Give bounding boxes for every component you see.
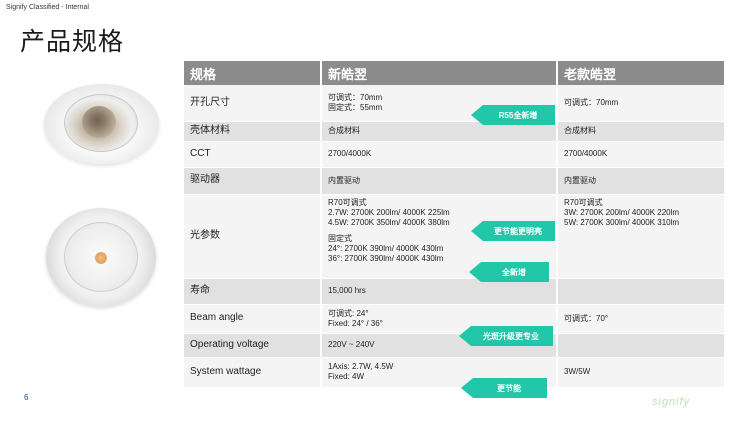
cell-line: 内置驱动 xyxy=(328,175,360,185)
cell-line: 3W/5W xyxy=(564,367,591,376)
cell-line: 1Axis: 2.7W, 4.5W xyxy=(328,362,394,371)
callout-more-efficient: 更节能 xyxy=(461,378,547,398)
brand-logo: signify xyxy=(652,396,691,408)
header-spec: 规格 xyxy=(184,61,322,85)
row-label: Operating voltage xyxy=(184,333,322,358)
product-image-fixed xyxy=(46,208,156,306)
product-image-adjustable xyxy=(44,84,159,164)
callout-efficient-brighter: 更节能更明亮 xyxy=(471,221,555,241)
row-label: System wattage xyxy=(184,357,322,388)
table-row: CCT 2700/4000K 2700/4000K xyxy=(184,141,726,168)
table-row: 壳体材料 合成材料 合成材料 xyxy=(184,121,726,142)
header-old: 老款皓翌 xyxy=(557,61,726,85)
table-row: System wattage 1Axis: 2.7W, 4.5W Fixed: … xyxy=(184,357,726,388)
cell-line: 2700/4000K xyxy=(328,149,372,158)
row-label: 寿命 xyxy=(184,278,322,305)
row-label: CCT xyxy=(184,141,322,168)
spec-table: 规格 新皓翌 老款皓翌 开孔尺寸 可调式：70mm 固定式：55mm 可调式：7… xyxy=(184,61,726,388)
cell-line: 内置驱动 xyxy=(564,175,596,185)
cell-line: 2.7W: 2700K 200lm/ 4000K 225lm xyxy=(328,207,450,217)
cell-line: 2700/4000K xyxy=(564,149,608,158)
cell-line: 15,000 hrs xyxy=(328,286,366,295)
table-row: Beam angle 可调式: 24° Fixed: 24° / 36° 可调式… xyxy=(184,304,726,334)
cell-line: 24°: 2700K 390lm/ 4000K 430lm xyxy=(328,243,444,253)
cell-line: 5W: 2700K 300lm/ 4000K 310lm xyxy=(564,217,680,227)
cell-line: R70可调式 xyxy=(328,197,367,207)
cell-old xyxy=(557,333,726,358)
cell-old: 合成材料 xyxy=(557,121,726,142)
table-header-row: 规格 新皓翌 老款皓翌 xyxy=(184,61,726,85)
cell-old: 2700/4000K xyxy=(557,141,726,168)
callout-beam-upgrade: 光斑升级更专业 xyxy=(459,326,553,346)
cell-line: 可调式：70° xyxy=(564,313,609,323)
callout-all-new: 全新增 xyxy=(469,262,549,282)
cell-old: 可调式：70mm xyxy=(557,85,726,122)
page-title: 产品规格 xyxy=(20,27,125,56)
classification-label: Signify Classified - Internal xyxy=(6,4,89,11)
header-new: 新皓翌 xyxy=(321,61,558,85)
row-label: 壳体材料 xyxy=(184,121,322,142)
cell-line: 可调式：70mm xyxy=(328,92,383,102)
cell-old: 内置驱动 xyxy=(557,167,726,195)
cell-line: 可调式：70mm xyxy=(564,97,619,107)
row-label: 驱动器 xyxy=(184,167,322,195)
row-label: 光参数 xyxy=(184,194,322,279)
table-row: 开孔尺寸 可调式：70mm 固定式：55mm 可调式：70mm xyxy=(184,85,726,122)
page-number: 6 xyxy=(24,393,29,402)
cell-line: 合成材料 xyxy=(564,126,596,135)
callout-r55-new: R55全新增 xyxy=(471,105,555,125)
cell-old: R70可调式 3W: 2700K 200lm/ 4000K 220lm 5W: … xyxy=(557,194,726,279)
cell-new: 2700/4000K xyxy=(321,141,558,168)
cell-old xyxy=(557,278,726,305)
cell-line: 可调式: 24° xyxy=(328,308,369,318)
table-row: Operating voltage 220V ~ 240V xyxy=(184,333,726,358)
cell-line: 3W: 2700K 200lm/ 4000K 220lm xyxy=(564,207,680,217)
cell-old: 3W/5W xyxy=(557,357,726,388)
table-row: 寿命 15,000 hrs xyxy=(184,278,726,305)
table-row: 驱动器 内置驱动 内置驱动 xyxy=(184,167,726,195)
cell-old: 可调式：70° xyxy=(557,304,726,334)
row-label: Beam angle xyxy=(184,304,322,334)
cell-new: 内置驱动 xyxy=(321,167,558,195)
cell-line: 合成材料 xyxy=(328,126,360,135)
cell-line: R70可调式 xyxy=(564,197,603,207)
table-row: 光参数 R70可调式 2.7W: 2700K 200lm/ 4000K 225l… xyxy=(184,194,726,279)
row-label: 开孔尺寸 xyxy=(184,85,322,122)
